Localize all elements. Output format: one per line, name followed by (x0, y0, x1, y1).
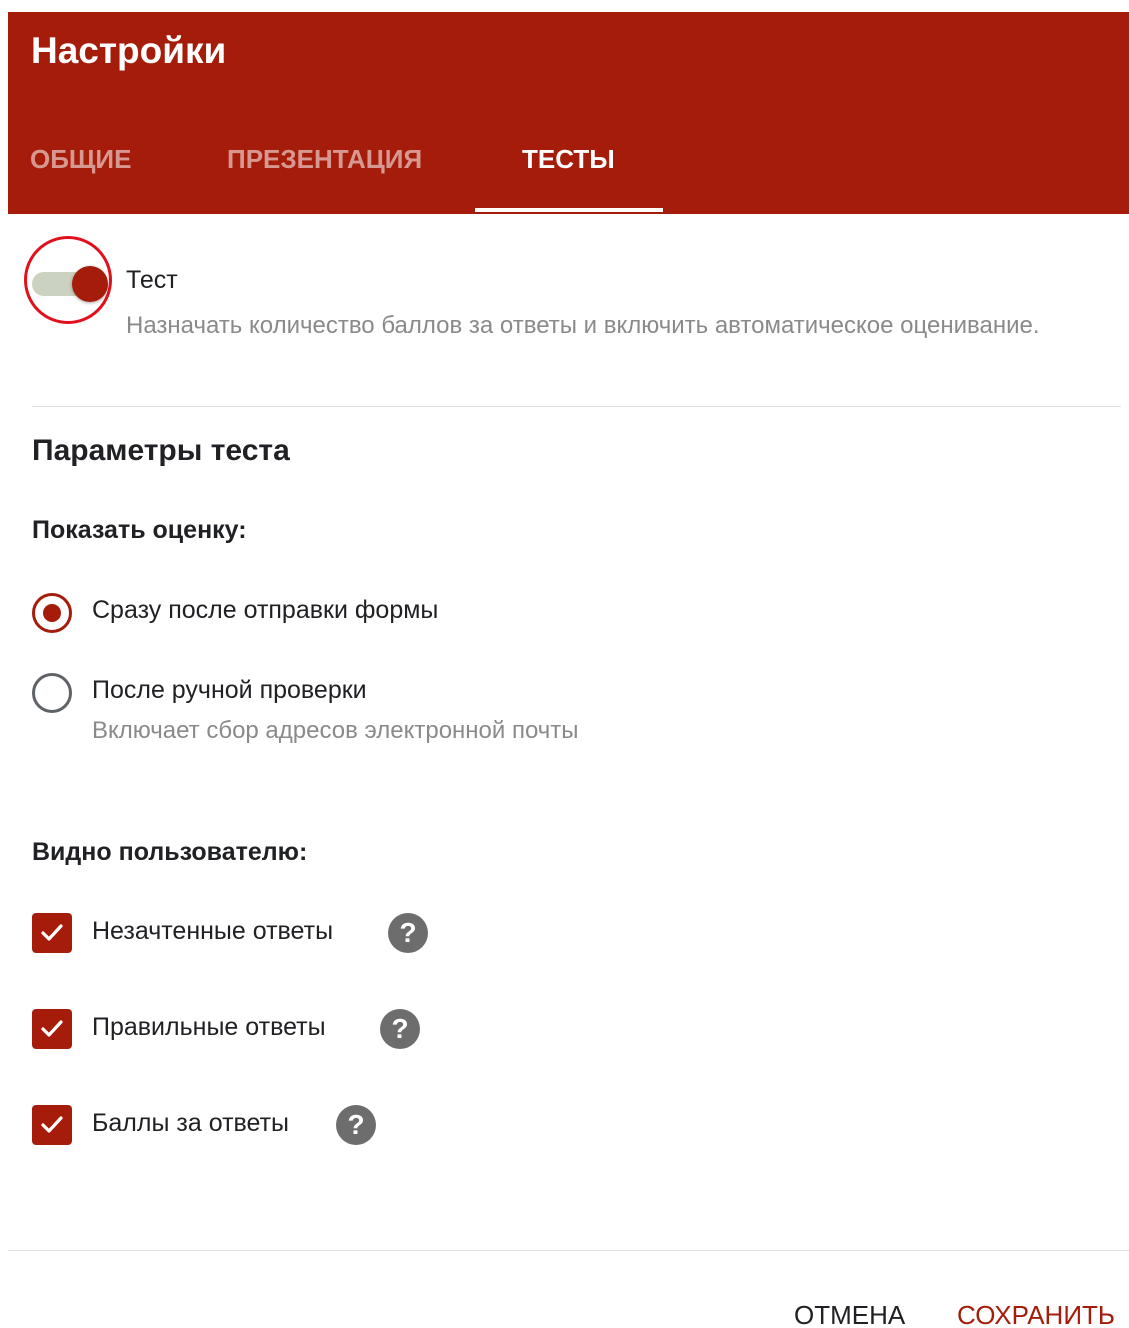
checkbox-correct-answers[interactable] (32, 1009, 72, 1049)
checkbox-missed-answers[interactable] (32, 913, 72, 953)
show-grade-label: Показать оценку: (32, 516, 247, 544)
radio-manual-review-description: Включает сбор адресов электронной почты (92, 717, 579, 744)
tab-general[interactable]: ОБЩИЕ (30, 144, 131, 175)
checkbox-point-values[interactable] (32, 1105, 72, 1145)
settings-dialog: Настройки ОБЩИЕ ПРЕЗЕНТАЦИЯ ТЕСТЫ Тест Н… (0, 0, 1129, 1328)
quiz-toggle-label: Тест (126, 266, 178, 294)
radio-immediately[interactable] (32, 593, 72, 633)
section-title: Параметры теста (32, 434, 290, 467)
toggle-thumb (72, 266, 108, 302)
radio-immediately-label[interactable]: Сразу после отправки формы (92, 596, 438, 625)
check-icon (41, 1116, 63, 1133)
help-icon[interactable]: ? (388, 913, 428, 953)
cancel-button[interactable]: ОТМЕНА (794, 1300, 905, 1328)
check-icon (41, 1020, 63, 1037)
checkbox-correct-answers-label[interactable]: Правильные ответы (92, 1013, 326, 1042)
save-button[interactable]: СОХРАНИТЬ (957, 1300, 1115, 1328)
divider (32, 406, 1121, 407)
dialog-header: Настройки ОБЩИЕ ПРЕЗЕНТАЦИЯ ТЕСТЫ (8, 12, 1129, 214)
check-icon (41, 924, 63, 941)
checkbox-point-values-label[interactable]: Баллы за ответы (92, 1109, 289, 1138)
active-tab-indicator (475, 208, 663, 212)
checkbox-missed-answers-label[interactable]: Незачтенные ответы (92, 917, 333, 946)
dialog-title: Настройки (31, 30, 227, 71)
tab-presentation[interactable]: ПРЕЗЕНТАЦИЯ (227, 144, 422, 175)
help-icon[interactable]: ? (380, 1009, 420, 1049)
radio-manual-review-label[interactable]: После ручной проверки (92, 676, 367, 705)
divider (8, 1250, 1129, 1251)
help-icon[interactable]: ? (336, 1105, 376, 1145)
radio-manual-review[interactable] (32, 673, 72, 713)
quiz-toggle[interactable] (32, 266, 108, 302)
tab-tests[interactable]: ТЕСТЫ (522, 144, 615, 175)
quiz-toggle-description: Назначать количество баллов за ответы и … (126, 312, 1040, 339)
visible-to-user-label: Видно пользователю: (32, 838, 308, 866)
